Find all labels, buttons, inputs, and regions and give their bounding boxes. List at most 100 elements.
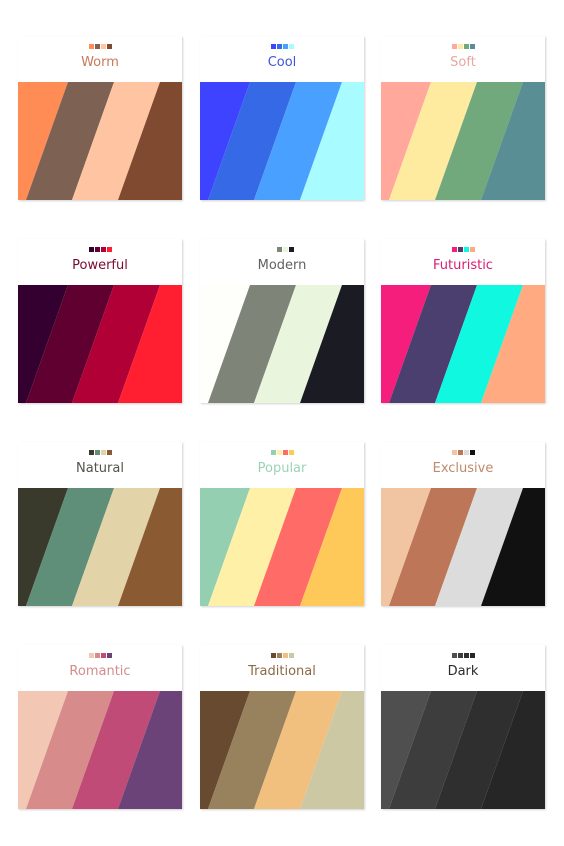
palette-card: Modern — [200, 239, 364, 403]
card-header: Natural — [18, 442, 182, 488]
swatch — [457, 44, 463, 49]
swatch — [270, 450, 276, 455]
swatch — [282, 450, 288, 455]
palette-stripes — [381, 285, 545, 403]
card-header: Soft — [381, 36, 545, 82]
swatch — [106, 44, 112, 49]
swatch — [276, 247, 282, 252]
swatch — [457, 653, 463, 658]
palette-card: Popular — [200, 442, 364, 606]
palette-title: Cool — [267, 55, 297, 70]
swatch — [94, 450, 100, 455]
swatch — [282, 247, 288, 252]
swatch — [288, 247, 294, 252]
palette-card: Soft — [381, 36, 545, 200]
swatch-row — [18, 653, 182, 658]
palette-stripes — [381, 488, 545, 606]
swatch — [88, 653, 94, 658]
swatch-row — [18, 44, 182, 49]
swatch-row — [200, 653, 364, 658]
swatch — [451, 44, 457, 49]
palette-card: Dark — [381, 645, 545, 809]
palette-stripes — [200, 691, 364, 809]
swatch — [106, 653, 112, 658]
swatch — [100, 44, 106, 49]
swatch — [276, 653, 282, 658]
swatch — [276, 450, 282, 455]
swatch — [276, 44, 282, 49]
swatch-row — [200, 450, 364, 455]
card-header: Cool — [200, 36, 364, 82]
card-header: Dark — [381, 645, 545, 691]
swatch — [457, 247, 463, 252]
palette-card: Cool — [200, 36, 364, 200]
swatch — [463, 450, 469, 455]
swatch — [94, 44, 100, 49]
palette-title: Modern — [257, 258, 307, 273]
card-header: Romantic — [18, 645, 182, 691]
swatch — [94, 247, 100, 252]
palette-stripes — [381, 82, 545, 200]
palette-stripes — [381, 691, 545, 809]
palette-stripes — [200, 285, 364, 403]
palette-card: Powerful — [18, 239, 182, 403]
card-header: Futuristic — [381, 239, 545, 285]
swatch — [288, 44, 294, 49]
swatch — [463, 247, 469, 252]
swatch — [270, 247, 276, 252]
palette-title: Dark — [447, 664, 479, 679]
palette-card: Exclusive — [381, 442, 545, 606]
swatch — [100, 653, 106, 658]
card-header: Exclusive — [381, 442, 545, 488]
swatch — [469, 653, 475, 658]
swatch-row — [381, 247, 545, 252]
swatch — [100, 450, 106, 455]
swatch — [469, 247, 475, 252]
palette-title: Romantic — [69, 664, 131, 679]
swatch-row — [200, 44, 364, 49]
swatch — [288, 450, 294, 455]
palette-title: Natural — [76, 461, 124, 476]
swatch-row — [381, 653, 545, 658]
palette-card: Worm — [18, 36, 182, 200]
swatch — [451, 450, 457, 455]
swatch-row — [18, 247, 182, 252]
swatch — [463, 653, 469, 658]
swatch — [106, 247, 112, 252]
swatch — [469, 44, 475, 49]
card-header: Traditional — [200, 645, 364, 691]
palette-stripes — [18, 691, 182, 809]
swatch — [88, 44, 94, 49]
swatch — [282, 653, 288, 658]
palette-title: Popular — [257, 461, 307, 476]
swatch — [106, 450, 112, 455]
palette-card: Romantic — [18, 645, 182, 809]
palette-stripes — [200, 488, 364, 606]
swatch-row — [200, 247, 364, 252]
swatch — [469, 450, 475, 455]
card-header: Worm — [18, 36, 182, 82]
swatch — [88, 450, 94, 455]
palette-title: Powerful — [72, 258, 128, 273]
swatch — [451, 653, 457, 658]
swatch-row — [381, 44, 545, 49]
palette-stripes — [18, 488, 182, 606]
swatch — [282, 44, 288, 49]
palette-title: Worm — [81, 55, 119, 70]
palette-card: Traditional — [200, 645, 364, 809]
swatch — [270, 653, 276, 658]
swatch — [270, 44, 276, 49]
swatch — [451, 247, 457, 252]
swatch — [288, 653, 294, 658]
swatch — [463, 44, 469, 49]
palette-card: Natural — [18, 442, 182, 606]
palette-title: Traditional — [248, 664, 316, 679]
card-header: Modern — [200, 239, 364, 285]
swatch — [100, 247, 106, 252]
swatch — [88, 247, 94, 252]
palette-title: Exclusive — [432, 461, 494, 476]
swatch — [94, 653, 100, 658]
palette-card: Futuristic — [381, 239, 545, 403]
swatch — [457, 450, 463, 455]
palette-stripes — [18, 285, 182, 403]
